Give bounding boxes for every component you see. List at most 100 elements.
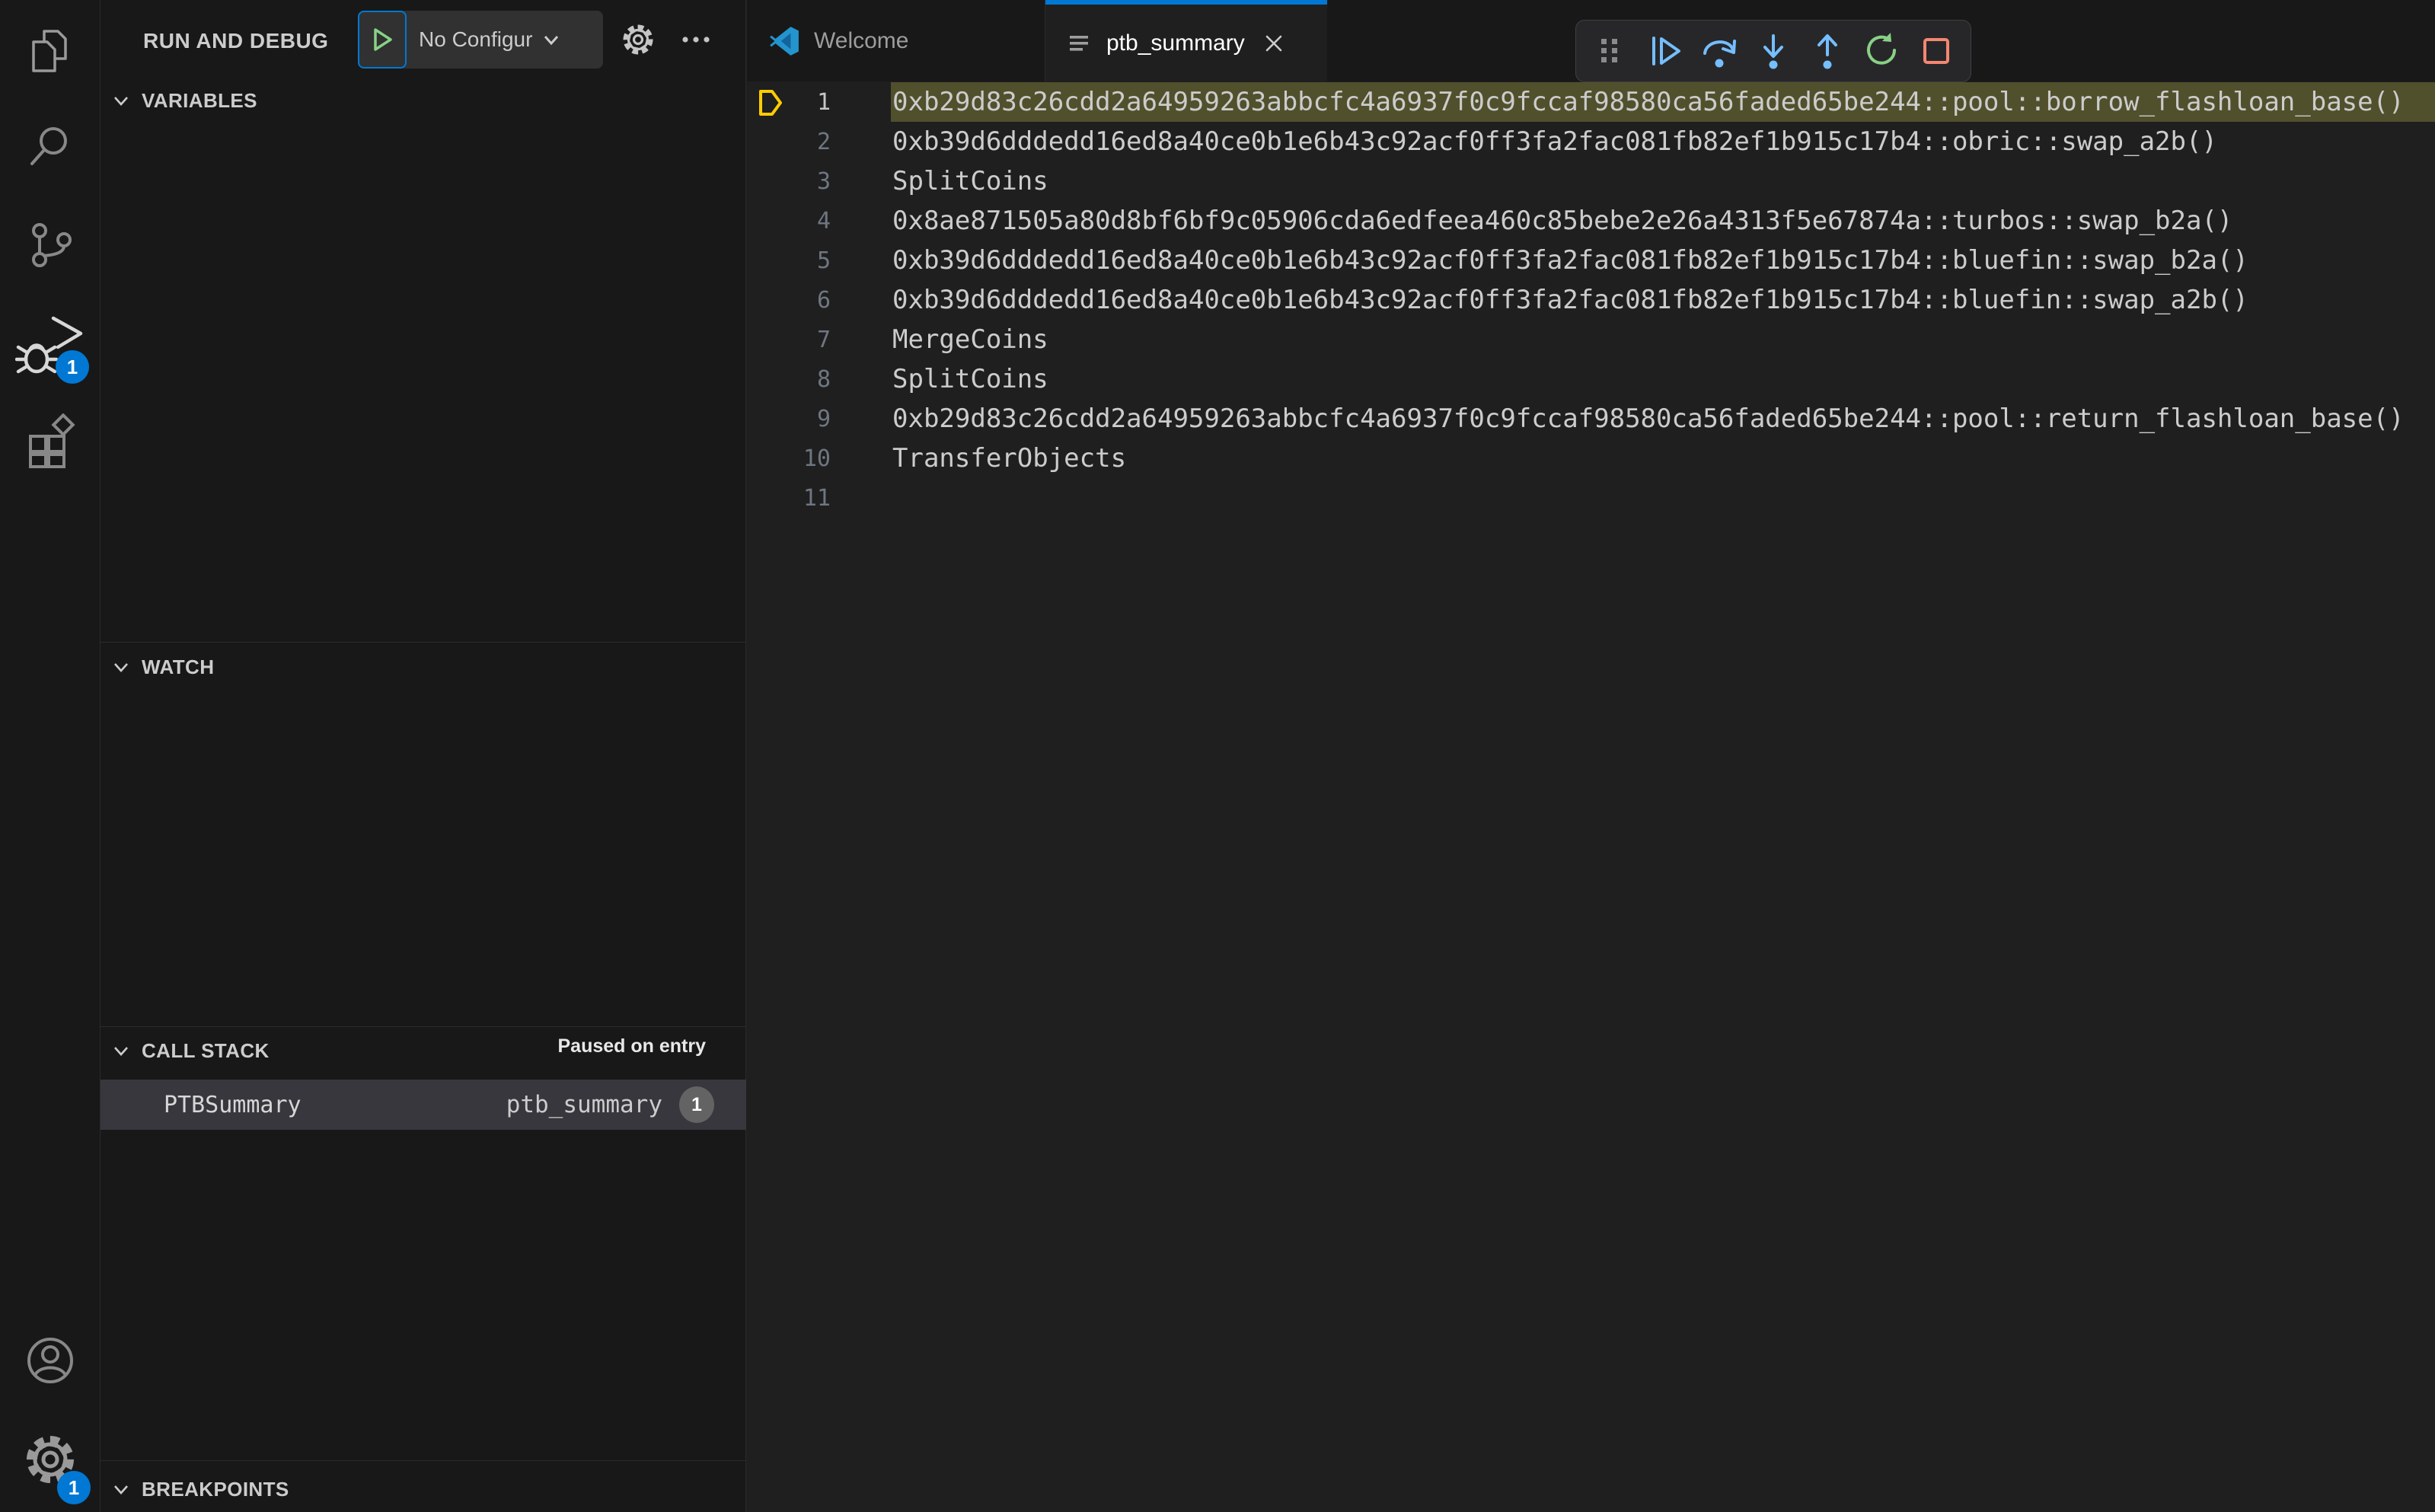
stop-icon	[1923, 38, 1949, 64]
call-stack-frame-row[interactable]: PTBSummary ptb_summary 1	[101, 1080, 746, 1130]
continue-icon	[1652, 37, 1681, 65]
code-line-text: TransferObjects	[892, 443, 1127, 474]
code-line[interactable]: 3 SplitCoins	[747, 161, 2435, 201]
section-divider	[101, 642, 746, 643]
settings-badge: 1	[57, 1471, 91, 1504]
line-number[interactable]: 8	[747, 366, 831, 393]
list-file-icon	[1070, 35, 1088, 51]
section-watch[interactable]: WATCH	[101, 646, 745, 688]
line-number[interactable]: 7	[747, 327, 831, 353]
close-icon	[1265, 35, 1282, 51]
debug-config-dropdown[interactable]: No Configur	[358, 11, 603, 69]
restart-button[interactable]	[1856, 24, 1909, 78]
play-icon	[374, 28, 392, 51]
line-number[interactable]: 6	[747, 287, 831, 314]
ellipsis-icon	[682, 37, 710, 43]
tab-label: Welcome	[814, 27, 909, 53]
code-line-text: 0xb29d83c26cdd2a64959263abbcfc4a6937f0c9…	[892, 404, 2405, 434]
start-debug-button[interactable]	[358, 11, 407, 69]
step-into-icon	[1763, 34, 1783, 69]
continue-button[interactable]	[1638, 24, 1691, 78]
section-label: WATCH	[142, 655, 215, 678]
tab-label: ptb_summary	[1106, 30, 1245, 56]
debug-toolbar	[1575, 20, 1971, 82]
line-number[interactable]: 11	[747, 485, 831, 512]
editor-group: Welcome ptb_summary 1 0xb29d83c26cdd2a64…	[747, 0, 2435, 1512]
line-number[interactable]: 4	[747, 208, 831, 234]
panel-header: RUN AND DEBUG No Configur	[101, 0, 745, 81]
debug-settings-button[interactable]	[615, 17, 661, 62]
activity-bar: 1 1	[0, 0, 101, 1512]
code-line[interactable]: 10 TransferObjects	[747, 439, 2435, 478]
files-icon	[31, 30, 67, 72]
line-number[interactable]: 9	[747, 406, 831, 432]
tab-ptb-summary[interactable]: ptb_summary	[1045, 0, 1327, 81]
code-line[interactable]: 11	[747, 478, 2435, 518]
chevron-down-icon	[114, 97, 128, 106]
code-line[interactable]: 7 MergeCoins	[747, 320, 2435, 359]
run-and-debug-panel: RUN AND DEBUG No Configur VARIABLES WATC…	[101, 0, 746, 1512]
gripper-icon	[1601, 39, 1617, 62]
toolbar-drag-handle[interactable]	[1584, 24, 1637, 78]
config-dropdown-label: No Configur	[419, 27, 533, 51]
section-label: BREAKPOINTS	[142, 1477, 289, 1501]
step-over-button[interactable]	[1693, 24, 1746, 78]
panel-title: RUN AND DEBUG	[143, 29, 329, 53]
code-line[interactable]: 5 0xb39d6dddedd16ed8a40ce0b1e6b43c92acf0…	[747, 241, 2435, 280]
line-number[interactable]: 3	[747, 168, 831, 195]
settings-button[interactable]: 1	[0, 1418, 100, 1504]
code-line-text: 0x8ae871505a80d8bf6bf9c05906cda6edfeea46…	[892, 206, 2233, 236]
section-variables[interactable]: VARIABLES	[101, 79, 745, 122]
code-line[interactable]: 2 0xb39d6dddedd16ed8a40ce0b1e6b43c92acf0…	[747, 122, 2435, 161]
sidebar-item-run-and-debug[interactable]: 1	[0, 303, 100, 387]
code-line[interactable]: 4 0x8ae871505a80d8bf6bf9c05906cda6edfeea…	[747, 201, 2435, 241]
code-line[interactable]: 8 SplitCoins	[747, 359, 2435, 399]
section-label: VARIABLES	[142, 88, 257, 112]
frame-badge: 1	[679, 1086, 714, 1123]
section-divider	[101, 1026, 746, 1027]
line-number[interactable]: 5	[747, 247, 831, 274]
vscode-logo-icon	[770, 26, 799, 56]
section-breakpoints[interactable]: BREAKPOINTS	[101, 1468, 745, 1510]
stop-button[interactable]	[1910, 24, 1963, 78]
step-out-icon	[1817, 34, 1838, 69]
gear-icon	[623, 24, 653, 55]
step-out-button[interactable]	[1801, 24, 1854, 78]
restart-icon	[1866, 33, 1896, 65]
sidebar-item-explorer[interactable]	[0, 9, 100, 93]
extensions-icon	[28, 413, 75, 468]
sidebar-item-source-control[interactable]	[0, 204, 100, 288]
debug-badge: 1	[56, 350, 89, 384]
code-editor[interactable]: 1 0xb29d83c26cdd2a64959263abbcfc4a6937f0…	[747, 81, 2435, 1512]
account-icon	[27, 1338, 73, 1383]
tab-close-button[interactable]	[1259, 28, 1289, 59]
code-line-text: 0xb39d6dddedd16ed8a40ce0b1e6b43c92acf0ff…	[892, 126, 2217, 157]
chevron-down-icon	[114, 1047, 128, 1056]
line-number[interactable]: 10	[747, 445, 831, 472]
chevron-down-icon	[544, 36, 559, 46]
step-into-button[interactable]	[1747, 24, 1800, 78]
code-line-text: 0xb39d6dddedd16ed8a40ce0b1e6b43c92acf0ff…	[892, 285, 2248, 315]
chevron-down-icon	[114, 1485, 128, 1494]
line-number[interactable]: 1	[747, 89, 831, 116]
sidebar-item-extensions[interactable]	[0, 399, 100, 483]
frame-file: ptb_summary	[506, 1091, 662, 1118]
code-line-text: 0xb29d83c26cdd2a64959263abbcfc4a6937f0c9…	[892, 87, 2405, 117]
code-line[interactable]: 9 0xb29d83c26cdd2a64959263abbcfc4a6937f0…	[747, 399, 2435, 439]
section-label: CALL STACK	[142, 1038, 270, 1062]
chevron-down-icon	[114, 663, 128, 672]
code-line[interactable]: 1 0xb29d83c26cdd2a64959263abbcfc4a6937f0…	[747, 82, 2435, 122]
code-line-text: SplitCoins	[892, 166, 1048, 196]
step-over-icon	[1703, 40, 1736, 68]
source-control-icon	[31, 223, 72, 267]
account-button[interactable]	[0, 1319, 100, 1402]
code-line-text: MergeCoins	[892, 324, 1048, 355]
code-line[interactable]: 6 0xb39d6dddedd16ed8a40ce0b1e6b43c92acf0…	[747, 280, 2435, 320]
frame-name: PTBSummary	[164, 1091, 302, 1118]
tab-welcome[interactable]: Welcome	[747, 0, 1045, 81]
pause-reason-text: Paused on entry	[557, 1035, 707, 1057]
line-number[interactable]: 2	[747, 129, 831, 155]
views-more-actions-button[interactable]	[673, 17, 719, 62]
sidebar-item-search[interactable]	[0, 105, 100, 189]
search-icon	[30, 127, 67, 165]
